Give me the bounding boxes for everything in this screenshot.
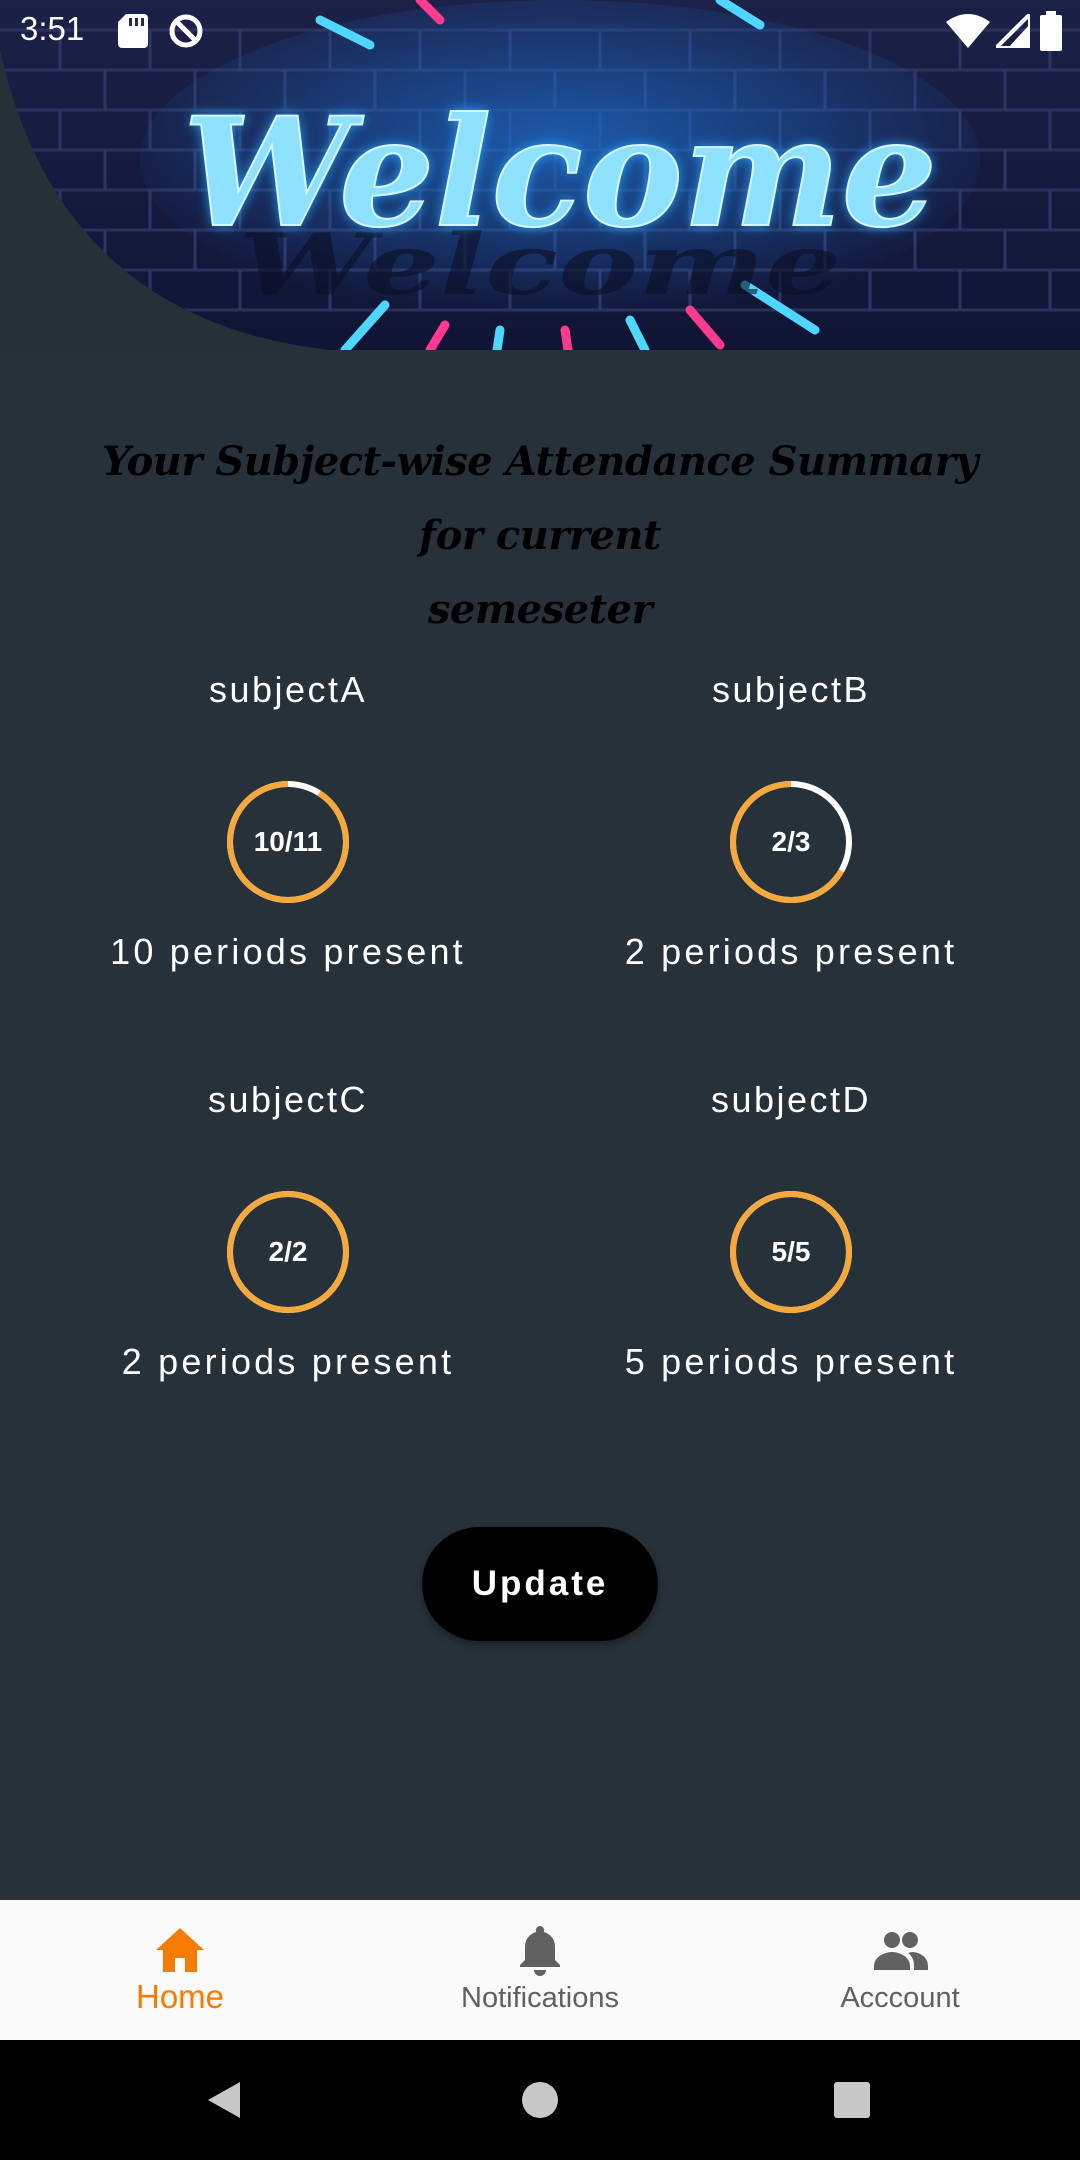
system-navigation-bar — [0, 2040, 1080, 2160]
subject-name: subjectA — [208, 669, 368, 710]
attendance-fraction: 5/5 — [771, 1236, 811, 1267]
home-circle-icon[interactable] — [521, 2081, 559, 2119]
nav-item-notifications[interactable]: Notifications — [360, 1900, 720, 2040]
attendance-summary-heading: Your Subject-wise Attendance Summary for… — [101, 438, 979, 633]
home-screen: Welcome Welcome Welcome 3:51 Your Subjec… — [0, 0, 1080, 2160]
subject-card: subjectC 2/2 2 periods present — [38, 1070, 538, 1430]
periods-present-text: 2 periods present — [624, 931, 958, 972]
people-icon — [874, 1932, 928, 1970]
attendance-fraction: 10/11 — [253, 826, 323, 857]
status-bar: 3:51 — [0, 0, 1080, 62]
nav-item-account[interactable]: Acccount — [720, 1900, 1080, 2040]
recents-icon[interactable] — [834, 2082, 870, 2118]
nav-label-notifications: Notifications — [461, 1982, 619, 2014]
attendance-progress-ring: 5/5 — [729, 1190, 853, 1314]
battery-icon — [1040, 11, 1062, 51]
attendance-fraction: 2/3 — [771, 826, 811, 857]
subject-card: subjectB 2/3 2 periods present — [541, 660, 1041, 1020]
nav-label-home: Home — [135, 1978, 225, 2015]
subject-name: subjectD — [710, 1079, 872, 1120]
subject-card: subjectA 10/11 10 periods present — [38, 660, 538, 1020]
subject-card: subjectD 5/5 5 periods present — [541, 1070, 1041, 1430]
periods-present-text: 2 periods present — [121, 1341, 455, 1382]
bell-icon — [520, 1926, 560, 1976]
periods-present-text: 5 periods present — [624, 1341, 958, 1382]
wifi-icon — [946, 14, 990, 48]
subject-name: subjectB — [711, 669, 871, 710]
bottom-navigation-bar: Home Notifications Acccount — [0, 1900, 1080, 2040]
home-icon — [156, 1928, 204, 1972]
attendance-progress-ring: 2/3 — [729, 780, 853, 904]
nav-label-account: Acccount — [840, 1982, 960, 2014]
update-button[interactable]: Update — [422, 1527, 658, 1641]
welcome-text: Welcome — [183, 85, 937, 261]
periods-present-text: 10 periods present — [110, 931, 466, 972]
nav-item-home[interactable]: Home — [0, 1900, 360, 2040]
attendance-progress-ring: 10/11 — [226, 780, 350, 904]
sd-card-icon — [118, 14, 148, 48]
subject-name: subjectC — [207, 1079, 369, 1120]
attendance-fraction: 2/2 — [268, 1236, 308, 1267]
attendance-progress-ring: 2/2 — [226, 1190, 350, 1314]
cell-signal-icon — [996, 14, 1030, 48]
back-icon[interactable] — [204, 2080, 244, 2120]
data-saver-icon — [169, 14, 203, 48]
status-time: 3:51 — [20, 10, 85, 47]
